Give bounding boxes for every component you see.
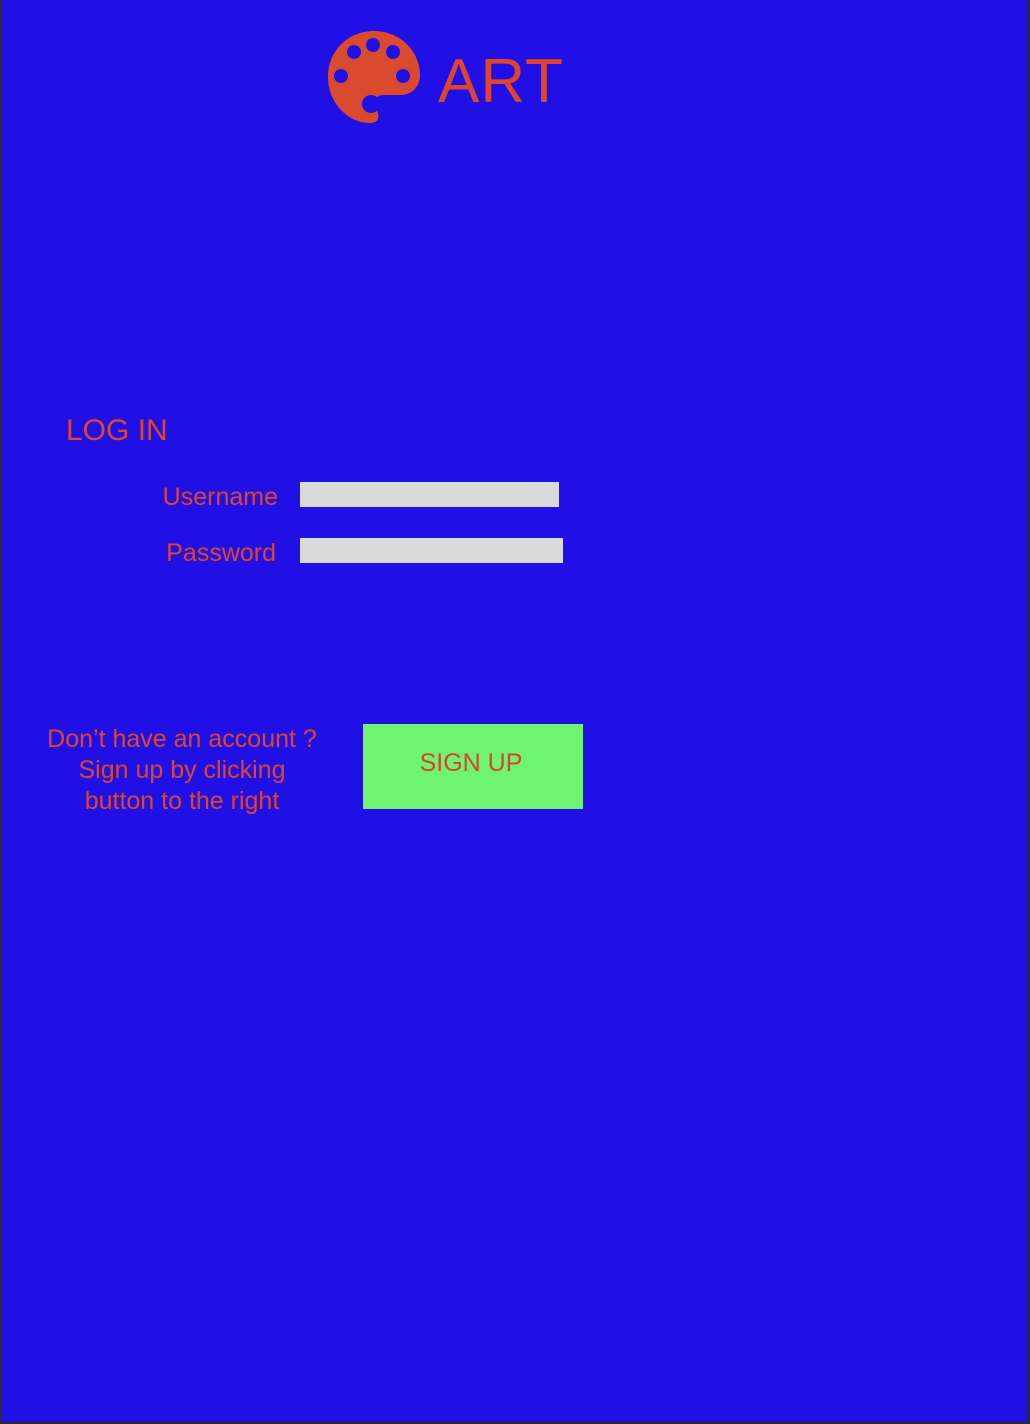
palette-icon (328, 31, 420, 123)
signup-button-label: SIGN UP (419, 749, 523, 777)
password-label: Password (166, 539, 276, 567)
signup-prompt-line: Sign up by clicking (78, 756, 286, 784)
username-label: Username (162, 483, 278, 511)
username-input[interactable] (300, 482, 559, 507)
signup-prompt: Don’t have an account ? Sign up by click… (25, 724, 339, 817)
app-screen: ART LOG IN Username Password Don’t have … (1, 0, 1027, 1422)
login-heading: LOG IN (66, 414, 168, 447)
signup-prompt-line: button to the right (84, 787, 280, 815)
app-brand-title: ART (438, 47, 564, 116)
password-input[interactable] (300, 538, 563, 563)
signup-prompt-line: Don’t have an account ? (47, 725, 317, 753)
signup-button[interactable]: SIGN UP (363, 724, 583, 809)
